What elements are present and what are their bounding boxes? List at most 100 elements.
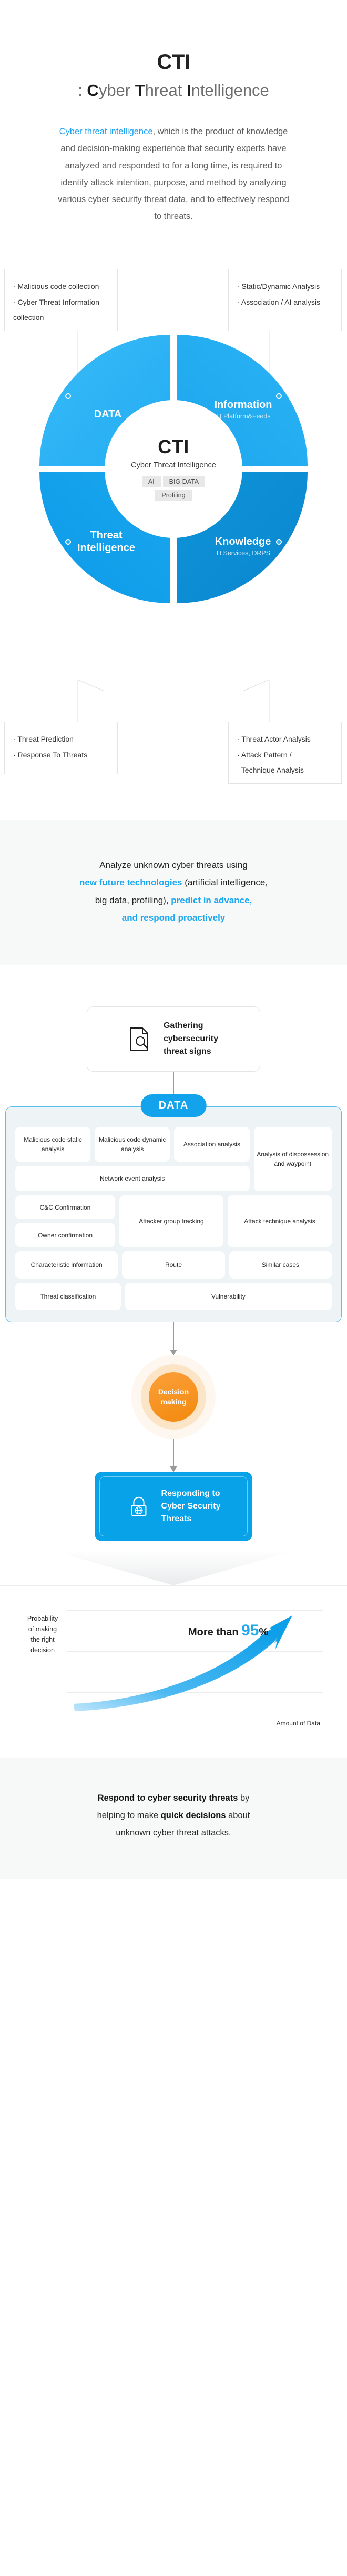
decision-halo-outer: Decision making xyxy=(131,1355,216,1440)
wheel-label-knowledge: Knowledge TI Services, DRPS xyxy=(188,536,298,557)
data-cell-attack-technique: Attack technique analysis xyxy=(228,1195,332,1247)
data-grid-row-1: Malicious code static analysis Malicious… xyxy=(15,1127,250,1162)
chart-annotation: More than 95% xyxy=(188,1622,268,1640)
statement-line1: Analyze unknown cyber threats using xyxy=(99,860,248,871)
wheel-label-knowledge-sub: TI Services, DRPS xyxy=(215,549,271,557)
page-subtitle: : Cyber Threat Intelligence xyxy=(0,81,347,100)
responding-line2: Cyber Security xyxy=(161,1502,221,1511)
data-cell-vulnerability: Vulnerability xyxy=(125,1283,332,1311)
decision-section: Decision making xyxy=(0,1355,347,1440)
data-cell-similar-cases: Similar cases xyxy=(229,1251,332,1279)
decision-line1: Decision xyxy=(158,1387,189,1396)
subtitle-t: T xyxy=(135,81,145,99)
gathering-line2: cybersecurity xyxy=(163,1034,219,1043)
quadrant-box-threat-intelligence: · Threat Prediction · Response To Threat… xyxy=(4,722,118,775)
statement-line3-rest: big data, profiling), xyxy=(95,895,171,905)
footer-part5: about xyxy=(226,1811,250,1821)
quadrant-item: · Malicious code collection xyxy=(13,282,99,291)
subtitle-yber: yber xyxy=(98,81,135,99)
data-grid-row-5: Threat classification Vulnerability xyxy=(15,1283,332,1311)
data-grid: Malicious code static analysis Malicious… xyxy=(15,1127,332,1192)
data-panel-pill: DATA xyxy=(140,1094,207,1117)
chart-y-axis-label: Probability of making the right decision xyxy=(27,1615,58,1654)
intro-highlight: Cyber threat intelligence xyxy=(59,127,153,137)
data-cell-attacker-group: Attacker group tracking xyxy=(119,1195,223,1247)
subtitle-ntelligence: ntelligence xyxy=(191,81,269,99)
cti-wheel-diagram: · Malicious code collection · Cyber Thre… xyxy=(0,248,347,806)
statement-line2-blue: new future technologies xyxy=(79,877,182,888)
hub-tag-row-2: Profiling xyxy=(155,489,192,501)
responding-card-inner: Responding to Cyber Security Threats xyxy=(99,1476,248,1537)
quadrant-box-data: · Malicious code collection · Cyber Thre… xyxy=(4,269,118,332)
responding-line3: Threats xyxy=(161,1514,192,1524)
quadrant-box-knowledge: · Threat Actor Analysis · Attack Pattern… xyxy=(228,722,342,784)
responding-card-text: Responding to Cyber Security Threats xyxy=(161,1487,221,1525)
footer-part4: quick decisions xyxy=(160,1811,226,1821)
quadrant-item: · Threat Actor Analysis xyxy=(237,735,311,744)
hub-tag-ai: AI xyxy=(141,475,161,487)
data-cell-characteristic-info: Characteristic information xyxy=(15,1251,118,1279)
decision-making-circle: Decision making xyxy=(149,1372,198,1422)
chart-annotation-value: 95 xyxy=(241,1622,259,1640)
chart-annotation-suffix: % xyxy=(259,1626,269,1639)
statement-line4-blue: and respond proactively xyxy=(121,912,226,923)
data-cell-dispossession: Analysis of dispossession and waypoint xyxy=(253,1127,332,1192)
data-grid-main: Malicious code static analysis Malicious… xyxy=(15,1127,250,1192)
data-cell-association: Association analysis xyxy=(174,1127,250,1162)
quadrant-wheel: DATA Information TI Platform&Feeds Threa… xyxy=(39,335,308,604)
data-cell-threat-classification: Threat classification xyxy=(15,1283,121,1311)
quadrant-item: · Static/Dynamic Analysis xyxy=(237,282,320,291)
statement-line3-blue: predict in advance, xyxy=(171,895,252,905)
wheel-hub: CTI Cyber Threat Intelligence AI BIG DAT… xyxy=(105,400,242,538)
quadrant-item: collection xyxy=(13,313,44,322)
flow-arrow-3 xyxy=(170,1439,177,1473)
data-grid-row-4: Characteristic information Route Similar… xyxy=(15,1251,332,1279)
gathering-card: Gathering cybersecurity threat signs xyxy=(87,1006,260,1072)
quadrant-box-information: · Static/Dynamic Analysis · Association … xyxy=(228,269,342,332)
funnel-svg xyxy=(53,1551,294,1586)
subtitle-i: I xyxy=(186,81,191,99)
footer-part2: by xyxy=(238,1793,250,1803)
lock-globe-icon xyxy=(131,1496,147,1516)
intro-body: , which is the product of knowledge and … xyxy=(58,127,289,222)
quadrant-item: · Association / AI analysis xyxy=(237,297,320,306)
decision-line2: making xyxy=(160,1397,187,1406)
hub-full-name: Cyber Threat Intelligence xyxy=(131,461,216,470)
infographic-page: CTI : Cyber Threat Intelligence Cyber th… xyxy=(0,0,347,1879)
responding-card: Responding to Cyber Security Threats xyxy=(95,1472,252,1542)
document-search-icon xyxy=(130,1027,148,1051)
footer-part3: helping to make xyxy=(97,1811,161,1821)
hub-tag-profiling: Profiling xyxy=(155,489,192,501)
data-cell-malicious-dynamic: Malicious code dynamic analysis xyxy=(95,1127,170,1162)
data-cell-cc-confirmation: C&C Confirmation xyxy=(15,1195,115,1220)
intro-paragraph: Cyber threat intelligence, which is the … xyxy=(58,123,289,225)
flow-arrow-2 xyxy=(170,1322,177,1356)
statement-line2-rest: (artificial intelligence, xyxy=(182,877,268,888)
subtitle-c: C xyxy=(87,81,99,99)
footer-band: Respond to cyber security threats by hel… xyxy=(0,1758,347,1879)
quadrant-item: · Attack Pattern / xyxy=(237,750,292,759)
subtitle-colon: : xyxy=(78,81,87,99)
page-title: CTI xyxy=(157,51,190,74)
funnel-shape xyxy=(0,1551,347,1586)
page-title-block: CTI : Cyber Threat Intelligence xyxy=(0,0,347,100)
probability-chart: Probability of making the right decision xyxy=(24,1610,323,1736)
gathering-line3: threat signs xyxy=(163,1047,211,1056)
quadrant-item: · Cyber Threat Information xyxy=(13,297,99,306)
quadrant-item: Technique Analysis xyxy=(237,766,304,774)
process-flow: Gathering cybersecurity threat signs DAT… xyxy=(0,965,347,1586)
data-cell-network-event: Network event analysis xyxy=(15,1166,250,1192)
footer-part6: unknown cyber threat attacks. xyxy=(116,1828,231,1838)
gathering-card-text: Gathering cybersecurity threat signs xyxy=(164,1020,218,1059)
quadrant-item: · Response To Threats xyxy=(13,750,88,759)
chart-x-axis-label: Amount of Data xyxy=(276,1720,320,1728)
decision-halo-inner: Decision making xyxy=(141,1364,206,1430)
data-panel: DATA Malicious code static analysis Mali… xyxy=(5,1094,342,1323)
data-cell-malicious-static: Malicious code static analysis xyxy=(15,1127,91,1162)
data-cell-owner-confirmation: Owner confirmation xyxy=(15,1223,115,1247)
hub-tag-bigdata: BIG DATA xyxy=(162,475,206,487)
probability-chart-section: Probability of making the right decision xyxy=(0,1585,347,1759)
statement-band: Analyze unknown cyber threats using new … xyxy=(0,820,347,965)
data-grid-side: Analysis of dispossession and waypoint xyxy=(253,1127,332,1192)
gathering-line1: Gathering xyxy=(163,1021,203,1030)
